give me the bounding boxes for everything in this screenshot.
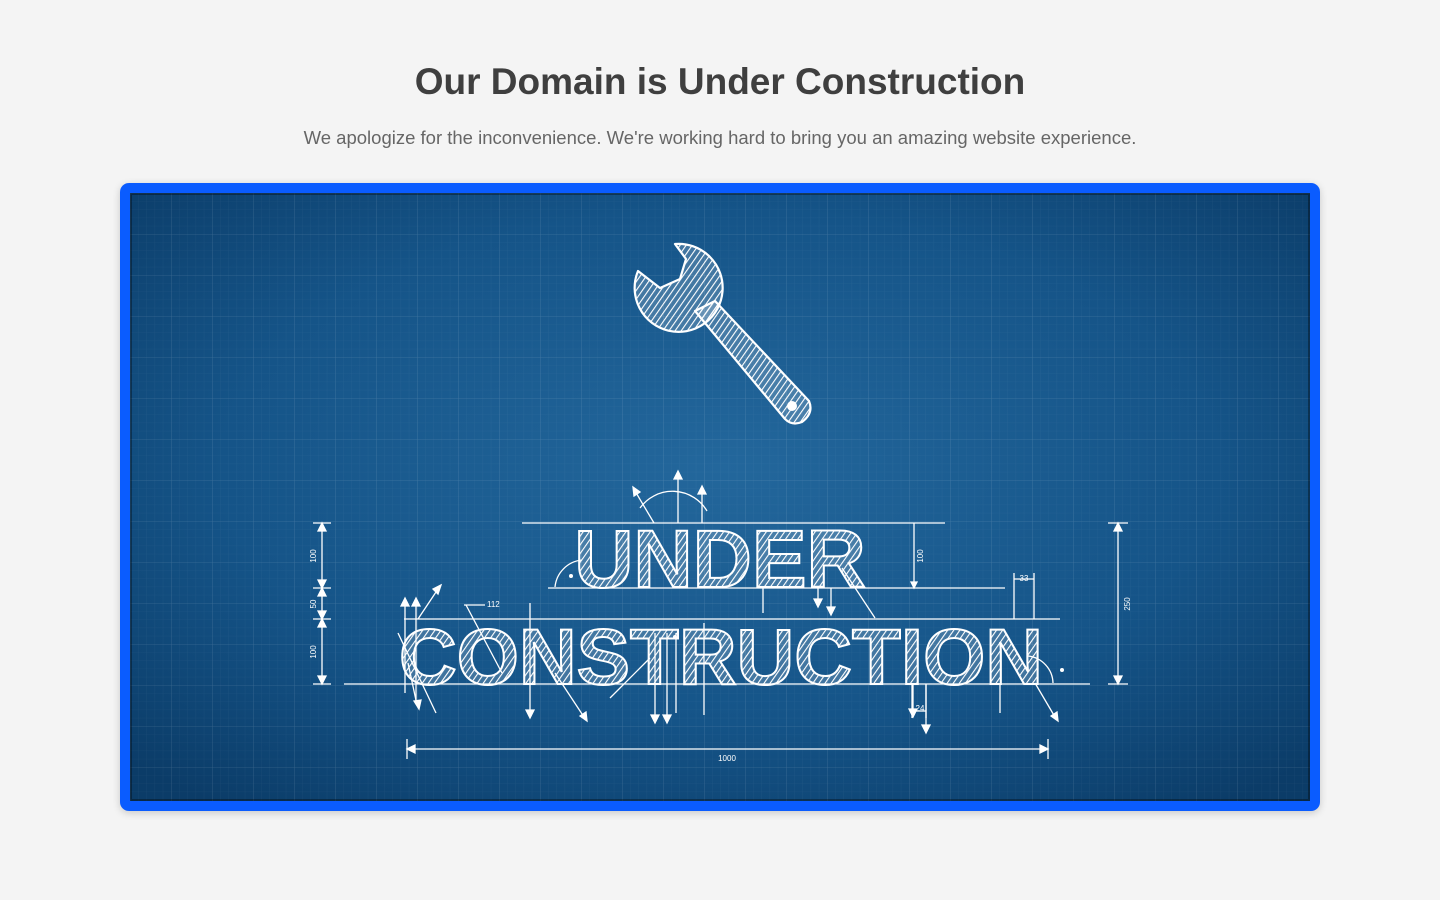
construction-label: CONSTRUCTION — [399, 612, 1043, 701]
dim-100-lower: 100 — [309, 645, 318, 659]
dim-250: 250 — [1123, 597, 1132, 611]
dim-100-inner: 100 — [916, 549, 925, 563]
blueprint-svg: UNDER CONSTRUCTION 100 50 100 100 250 11… — [130, 193, 1310, 801]
page-subtitle: We apologize for the inconvenience. We'r… — [303, 127, 1137, 148]
under-label: UNDER — [574, 514, 866, 605]
dim-24: 24 — [916, 704, 925, 713]
page-title: Our Domain is Under Construction — [414, 61, 1026, 102]
illustration-frame: UNDER CONSTRUCTION 100 50 100 100 250 11… — [120, 183, 1320, 811]
dim-33: 33 — [1020, 574, 1029, 583]
blueprint-illustration: UNDER CONSTRUCTION 100 50 100 100 250 11… — [130, 193, 1310, 801]
dim-100-upper: 100 — [309, 549, 318, 563]
dim-112: 112 — [487, 600, 500, 609]
dim-50: 50 — [309, 599, 318, 608]
page: Our Domain is Under Construction We apol… — [0, 0, 1440, 900]
dim-1000: 1000 — [718, 754, 736, 763]
